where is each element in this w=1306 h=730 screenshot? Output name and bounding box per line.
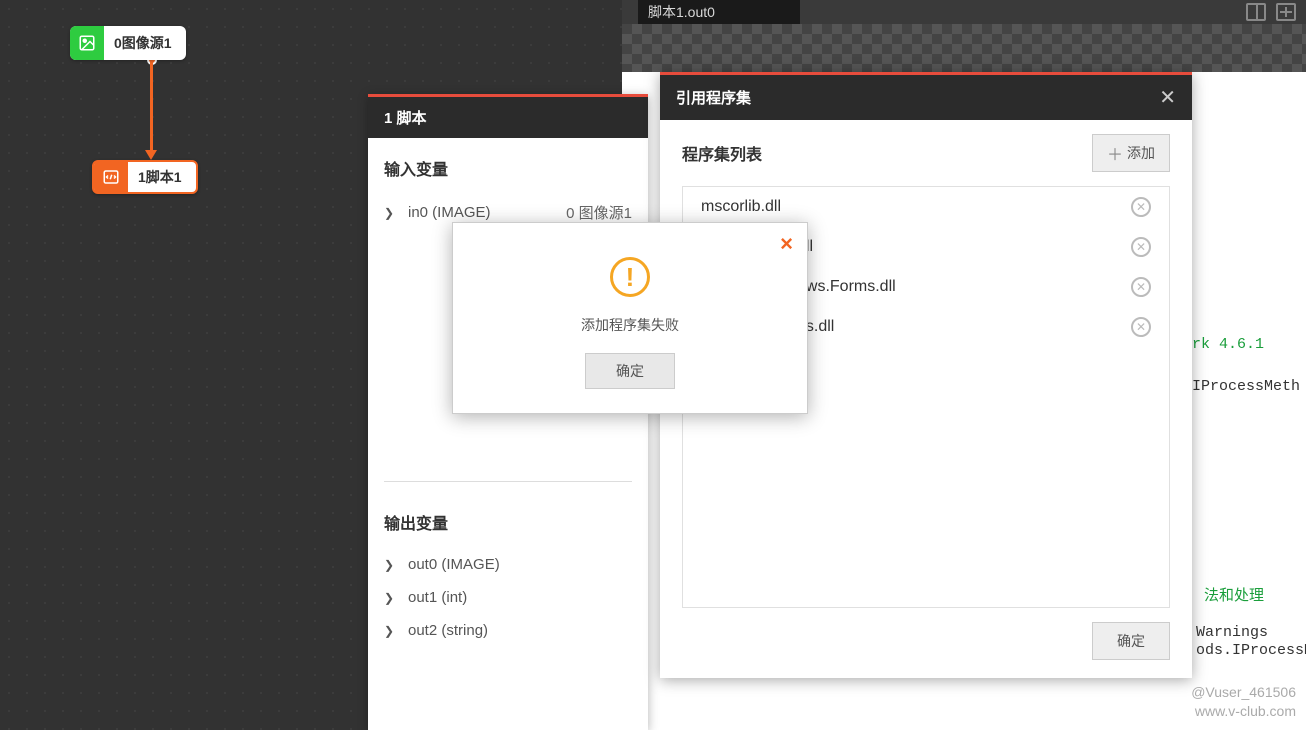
script-icon — [94, 160, 128, 194]
code-warnings: Warnings — [1196, 624, 1268, 641]
dialog-title: 引用程序集 — [676, 87, 751, 108]
preview-transparency-bg — [622, 24, 1306, 72]
alert-ok-button[interactable]: 确定 — [585, 353, 675, 389]
warning-icon: ! — [610, 257, 650, 297]
preview-tab[interactable]: 脚本1.out0 — [638, 0, 800, 24]
error-alert: × ! 添加程序集失败 确定 — [452, 222, 808, 414]
remove-assembly-icon[interactable]: ✕ — [1131, 237, 1151, 257]
node-script[interactable]: 1脚本1 — [92, 160, 198, 194]
dialog-ok-button[interactable]: 确定 — [1092, 622, 1170, 660]
alert-message: 添加程序集失败 — [581, 315, 679, 335]
image-icon — [70, 26, 104, 60]
panel-title: 1 脚本 — [368, 97, 648, 138]
node-label: 1脚本1 — [128, 167, 196, 187]
plus-icon: ＋ — [1107, 141, 1123, 165]
node-link-arrow — [145, 150, 157, 160]
chevron-right-icon: ❯ — [384, 558, 398, 572]
output-var-row[interactable]: ❯ out0 (IMAGE) — [384, 548, 632, 581]
input-var-name: in0 (IMAGE) — [408, 204, 491, 221]
remove-assembly-icon[interactable]: ✕ — [1131, 317, 1151, 337]
remove-assembly-icon[interactable]: ✕ — [1131, 277, 1151, 297]
inputs-section-title: 输入变量 — [384, 156, 632, 180]
node-link — [150, 62, 153, 150]
node-label: 0图像源1 — [104, 33, 186, 53]
assembly-name: mscorlib.dll — [701, 198, 781, 216]
watermark: @Vuser_461506 www.v-club.com — [1191, 683, 1296, 722]
add-assembly-button[interactable]: ＋ 添加 — [1092, 134, 1170, 172]
close-icon[interactable]: ✕ — [1159, 85, 1176, 110]
remove-assembly-icon[interactable]: ✕ — [1131, 197, 1151, 217]
chevron-right-icon: ❯ — [384, 206, 398, 220]
assembly-row: mscorlib.dll ✕ — [683, 187, 1169, 227]
input-var-value: 0 图像源1 — [566, 202, 632, 223]
node-image-source[interactable]: 0图像源1 — [70, 26, 186, 60]
layout-add-icon[interactable] — [1276, 3, 1296, 21]
code-interface-1: IProcessMeth — [1192, 378, 1300, 395]
assembly-list-title: 程序集列表 — [682, 141, 762, 165]
outputs-section-title: 输出变量 — [384, 510, 632, 534]
output-var-row[interactable]: ❯ out1 (int) — [384, 581, 632, 614]
divider — [384, 481, 632, 482]
code-interface-2: ods.IProcessMet — [1196, 642, 1306, 659]
layout-split-icon[interactable] — [1246, 3, 1266, 21]
chevron-right-icon: ❯ — [384, 624, 398, 638]
output-var-row[interactable]: ❯ out2 (string) — [384, 614, 632, 647]
chevron-right-icon: ❯ — [384, 591, 398, 605]
alert-close-icon[interactable]: × — [780, 231, 793, 257]
output-var-name: out1 (int) — [408, 589, 467, 606]
code-comment: 法和处理 — [1204, 584, 1264, 605]
output-var-name: out0 (IMAGE) — [408, 556, 500, 573]
code-framework: rk 4.6.1 — [1192, 336, 1264, 353]
output-var-name: out2 (string) — [408, 622, 488, 639]
